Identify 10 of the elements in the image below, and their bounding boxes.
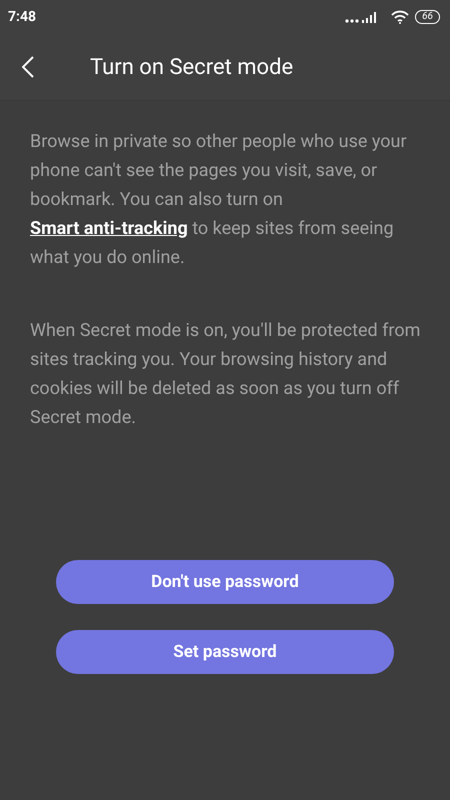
no-password-button[interactable]: Don't use password [56,560,394,604]
page-title: Turn on Secret mode [90,54,294,80]
anti-tracking-link[interactable]: Smart anti-tracking [30,218,188,239]
info-paragraph: When Secret mode is on, you'll be protected from sites tracking you. Your browsing history and cookies will be deleted as soon as you turn off Secret mode. [30,319,422,430]
back-icon [22,56,34,78]
battery-level: 66 [415,10,440,24]
wifi-icon [391,10,410,24]
intro-paragraph: Browse in private so other people who use your phone can't see the pages you visit, save, or bookmark. You can also turn on Smart anti-tracking to keep sites from seeing what you do online. [30,130,408,270]
set-password-button[interactable]: Set password [56,630,394,674]
status-time: 7:48 [8,9,36,25]
